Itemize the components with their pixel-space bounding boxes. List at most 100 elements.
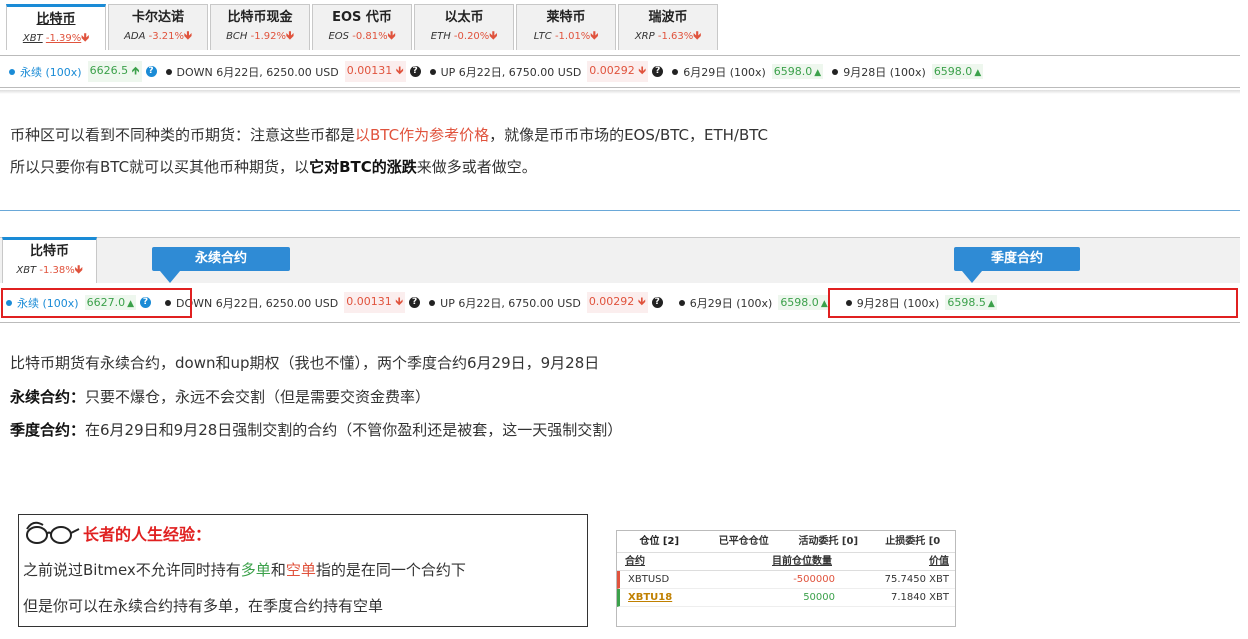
contract-down[interactable]: DOWN 6月22日, 6250.00 USD 0.00131 🡻 ? bbox=[165, 61, 421, 82]
coin-change: -0.81% bbox=[352, 31, 388, 42]
contract-price-value: 0.00292 bbox=[589, 64, 635, 77]
position-qty: 50000 bbox=[803, 592, 835, 603]
down-arrow-icon: 🡻 bbox=[74, 263, 83, 276]
contract-price: 6598.0 ▲ bbox=[931, 64, 984, 79]
down-arrow-icon: 🡻 bbox=[286, 29, 294, 42]
coin-tab-name: 卡尔达诺 bbox=[131, 10, 184, 25]
coin-tab-name: 以太币 bbox=[444, 10, 484, 25]
coin-tab-eth[interactable]: 以太币 ETH -0.20%🡻 bbox=[414, 4, 514, 50]
contract-price: 0.00131 🡻 bbox=[344, 292, 406, 313]
question-icon[interactable]: ? bbox=[409, 297, 421, 308]
text: 指的是在同一个合约下 bbox=[315, 561, 466, 579]
coin-tab-xrp[interactable]: 瑞波币 XRP -1.63%🡻 bbox=[618, 4, 718, 50]
bullet-icon bbox=[678, 299, 685, 306]
bullet-icon bbox=[165, 68, 172, 75]
contract-up-2[interactable]: UP 6月22日, 6750.00 USD 0.00292 🡻 ? bbox=[429, 292, 663, 313]
contract-label: 9月28日 (100x) bbox=[843, 65, 926, 79]
column-header[interactable]: 目前仓位数量 bbox=[707, 553, 832, 570]
contract-label: UP 6月22日, 6750.00 USD bbox=[440, 65, 582, 79]
tab-active-orders[interactable]: 活动委托 [0] bbox=[786, 531, 871, 552]
contract-jun29[interactable]: 6月29日 (100x) 6598.0 ▲ bbox=[672, 64, 824, 80]
divider-shadow bbox=[0, 90, 1240, 94]
position-value: 75.7450 XBT bbox=[884, 574, 949, 585]
down-arrow-icon: 🡻 bbox=[387, 29, 396, 42]
tab-closed-positions[interactable]: 已平仓仓位 bbox=[702, 531, 787, 552]
bullet-icon bbox=[429, 68, 436, 75]
contract-label: UP 6月22日, 6750.00 USD bbox=[440, 296, 581, 310]
coin-tab-name: 比特币 bbox=[36, 12, 76, 27]
contract-perpetual[interactable]: 永续 (100x) 6626.5 🡹 ? bbox=[9, 61, 157, 82]
question-icon[interactable]: ? bbox=[145, 66, 157, 77]
coin-symbol: ADA bbox=[124, 31, 146, 42]
coin-tab-ada[interactable]: 卡尔达诺 ADA -3.21%🡻 bbox=[108, 4, 208, 50]
coin-change: -1.92% bbox=[250, 31, 287, 42]
down-arrow-icon: 🡻 bbox=[693, 29, 702, 42]
down-arrow-icon: 🡻 bbox=[489, 29, 498, 42]
contract-price: 6626.5 🡹 bbox=[87, 61, 142, 82]
positions-tabs: 仓位 [2] 已平仓仓位 活动委托 [0] 止损委托 [0 bbox=[617, 531, 955, 553]
table-header: 合约 目前仓位数量 价值 bbox=[617, 553, 955, 571]
coin-change: -1.38% bbox=[39, 265, 75, 276]
callout-quarterly: 季度合约 bbox=[954, 247, 1080, 271]
down-arrow-icon: 🡻 bbox=[590, 29, 599, 42]
contract-price-value: 6626.5 bbox=[89, 64, 129, 77]
coin-tab-eos[interactable]: EOS 代币 EOS -0.81%🡻 bbox=[312, 4, 412, 50]
contract-label: DOWN 6月22日, 6250.00 USD bbox=[176, 65, 339, 79]
table-row[interactable]: XBTU18 50000 7.1840 XBT bbox=[617, 589, 955, 607]
tab-positions[interactable]: 仓位 [2] bbox=[617, 531, 702, 552]
experience-header: 长者的人生经验： bbox=[23, 517, 211, 549]
contract-jun29-2[interactable]: 6月29日 (100x) 6598.0 ▲ bbox=[678, 295, 830, 311]
experience-line-1: 之前说过Bitmex不允许同时持有多单和空单指的是在同一个合约下 bbox=[23, 559, 466, 581]
coin-tab-name: 比特币现金 bbox=[227, 10, 293, 25]
column-header[interactable]: 合约 bbox=[617, 553, 707, 570]
futures-summary: 比特币期货有永续合约，down和up期权（我也不懂），两个季度合约6月29日，9… bbox=[10, 354, 600, 372]
down-arrow-icon: 🡻 bbox=[638, 64, 647, 77]
position-symbol-link[interactable]: XBTU18 bbox=[628, 592, 672, 603]
table-row[interactable]: XBTUSD -500000 75.7450 XBT bbox=[617, 571, 955, 589]
up-arrow-icon: ▲ bbox=[820, 299, 828, 309]
explanation-line-1: 币种区可以看到不同种类的币期货：注意这些币都是以BTC作为参考价格，就像是币币市… bbox=[10, 124, 768, 146]
contract-up[interactable]: UP 6月22日, 6750.00 USD 0.00292 🡻 ? bbox=[429, 61, 664, 82]
bullet-icon bbox=[672, 68, 679, 75]
coin-symbol: ETH bbox=[430, 31, 451, 42]
coin-tab-ltc[interactable]: 莱特币 LTC -1.01%🡻 bbox=[516, 4, 616, 50]
text: 在6月29日和9月28日强制交割的合约（不管你盈利还是被套，这一天强制交割） bbox=[85, 421, 623, 439]
coin-tab-xbt[interactable]: 比特币 XBT -1.39%🡻 bbox=[6, 4, 106, 50]
question-icon[interactable]: ? bbox=[409, 66, 421, 77]
coin-tab-name: 瑞波币 bbox=[648, 10, 688, 25]
coin-change: -1.01% bbox=[554, 31, 591, 42]
coin-tab-bch[interactable]: 比特币现金 BCH -1.92%🡻 bbox=[210, 4, 310, 50]
coin-change: -3.21% bbox=[148, 31, 185, 42]
text: 币种区可以看到不同种类的币期货：注意这些币都是 bbox=[10, 126, 356, 144]
contract-price-value: 6598.0 bbox=[933, 65, 973, 78]
contract-price-value: 0.00131 bbox=[346, 295, 392, 308]
contract-sep28[interactable]: 9月28日 (100x) 6598.0 ▲ bbox=[832, 64, 984, 80]
text: 所以只要你有BTC就可以买其他币种期货，以 bbox=[10, 158, 310, 176]
tab-stop-orders[interactable]: 止损委托 [0 bbox=[871, 531, 956, 552]
up-arrow-icon: ▲ bbox=[814, 68, 822, 78]
highlight-box-quarterly bbox=[828, 288, 1238, 318]
perpetual-explain: 永续合约：只要不爆仓，永远不会交割（但是需要交资金费率） bbox=[10, 386, 430, 408]
coin-change: -0.20% bbox=[453, 31, 490, 42]
coin-tab-name: 比特币 bbox=[29, 244, 69, 259]
coin-tab-xbt-2[interactable]: 比特币 XBT -1.38%🡻 bbox=[2, 237, 97, 283]
down-arrow-icon: 🡻 bbox=[637, 295, 646, 308]
bold-text: 季度合约： bbox=[10, 421, 86, 439]
column-header[interactable]: 价值 bbox=[832, 553, 955, 570]
experience-box: 长者的人生经验： 之前说过Bitmex不允许同时持有多单和空单指的是在同一个合约… bbox=[18, 514, 588, 627]
contract-label: 6月29日 (100x) bbox=[689, 296, 773, 310]
coin-symbol: XRP bbox=[634, 31, 655, 42]
contract-price-value: 6598.0 bbox=[780, 296, 819, 309]
callout-perpetual: 永续合约 bbox=[152, 247, 290, 271]
experience-title: 长者的人生经验： bbox=[83, 525, 212, 544]
contract-label: 永续 (100x) bbox=[20, 65, 82, 79]
question-icon[interactable]: ? bbox=[652, 66, 664, 77]
coin-symbol: LTC bbox=[533, 31, 552, 42]
position-qty: -500000 bbox=[793, 574, 835, 585]
coin-symbol: BCH bbox=[226, 31, 248, 42]
contract-price: 6598.0 ▲ bbox=[771, 64, 824, 79]
contract-down-2[interactable]: DOWN 6月22日, 6250.00 USD 0.00131 🡻 ? bbox=[165, 292, 421, 313]
coin-symbol: XBT bbox=[22, 33, 43, 44]
down-arrow-icon: 🡻 bbox=[395, 64, 404, 77]
question-icon[interactable]: ? bbox=[651, 297, 663, 308]
